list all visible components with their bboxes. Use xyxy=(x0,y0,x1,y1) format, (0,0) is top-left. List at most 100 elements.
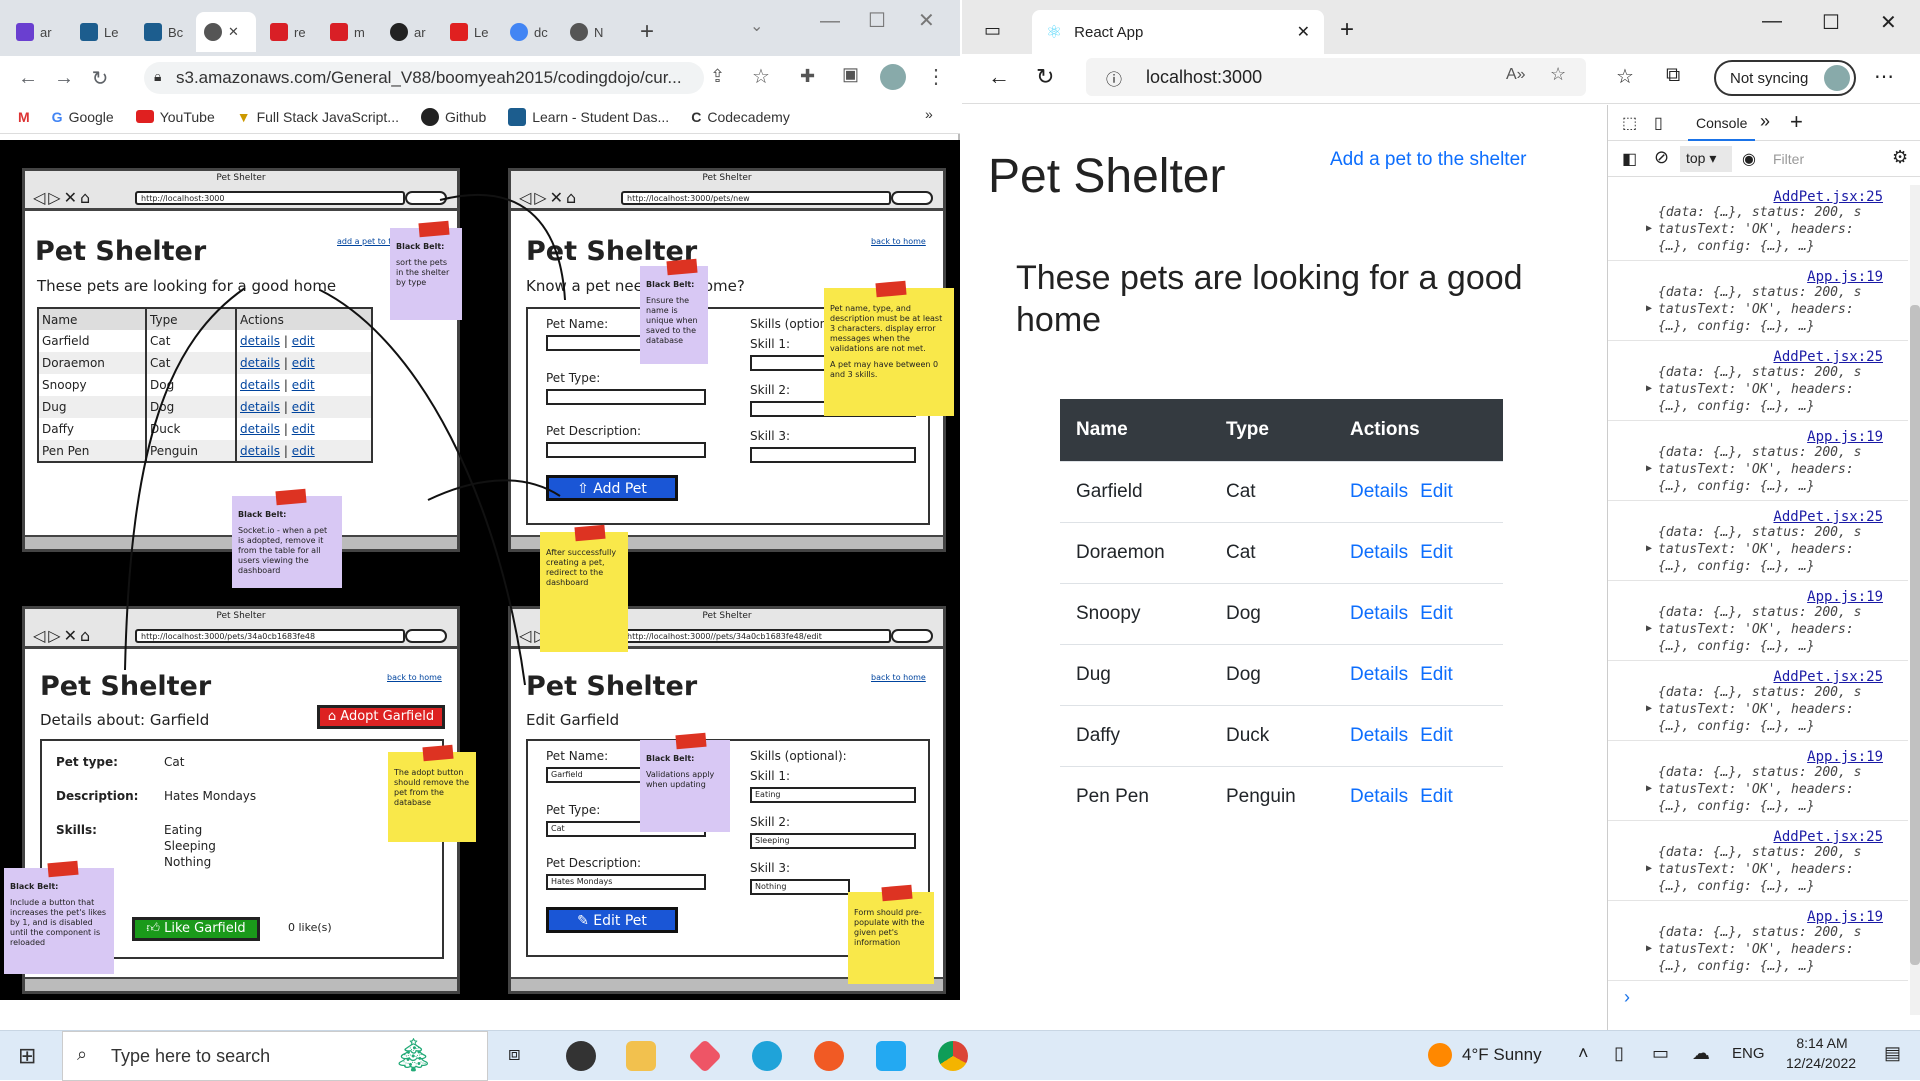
app-icon[interactable] xyxy=(688,1039,722,1073)
log-source-link[interactable]: App.js:19 xyxy=(1807,749,1883,765)
file-explorer-icon[interactable] xyxy=(626,1041,656,1071)
task-view-icon[interactable]: ⧈ xyxy=(508,1043,521,1066)
edit-link[interactable]: Edit xyxy=(1420,481,1453,502)
context-select[interactable]: top ▾ xyxy=(1680,146,1732,172)
bookmark-google[interactable]: G Google xyxy=(52,109,114,125)
reload-icon[interactable]: ↻ xyxy=(82,66,118,91)
add-favorite-icon[interactable]: ☆ xyxy=(1550,64,1566,85)
details-link[interactable]: Details xyxy=(1350,603,1408,624)
close-tab-icon[interactable]: ✕ xyxy=(1297,22,1310,42)
tab[interactable]: ar xyxy=(382,12,434,52)
tab[interactable]: Le xyxy=(442,12,496,52)
battery-icon[interactable]: ▭ xyxy=(1652,1043,1669,1064)
log-source-link[interactable]: App.js:19 xyxy=(1807,269,1883,285)
log-source-link[interactable]: AddPet.jsx:25 xyxy=(1773,829,1883,845)
profile-avatar[interactable] xyxy=(880,64,906,90)
bookmark-fullstack[interactable]: ▼ Full Stack JavaScript... xyxy=(237,109,399,125)
log-source-link[interactable]: AddPet.jsx:25 xyxy=(1773,189,1883,205)
read-aloud-icon[interactable]: A» xyxy=(1506,66,1526,84)
sync-status-button[interactable]: Not syncing xyxy=(1714,60,1856,96)
clock-time[interactable]: 8:14 AM xyxy=(1782,1035,1862,1051)
bookmark-codecademy[interactable]: C Codecademy xyxy=(691,109,790,125)
edge-icon[interactable] xyxy=(752,1041,782,1071)
tab[interactable]: re xyxy=(262,12,314,52)
expand-icon[interactable]: ▶ xyxy=(1646,223,1652,234)
tab-close-icon[interactable]: ✕ xyxy=(228,24,239,40)
sidepanel-icon[interactable]: ▣ xyxy=(842,64,859,85)
windows-start-icon[interactable]: ⊞ xyxy=(18,1043,36,1069)
notifications-icon[interactable]: ▤ xyxy=(1884,1043,1901,1064)
log-source-link[interactable]: App.js:19 xyxy=(1807,589,1883,605)
clock-date[interactable]: 12/24/2022 xyxy=(1776,1055,1866,1071)
taskbar-search[interactable]: ⌕ Type here to search 🎄︎ xyxy=(62,1031,488,1081)
cloud-icon[interactable]: ☁ xyxy=(1692,1043,1710,1064)
tab-actions-icon[interactable]: ▭ xyxy=(984,20,1001,41)
edit-link[interactable]: Edit xyxy=(1420,786,1453,807)
device-icon[interactable]: ▯ xyxy=(1654,113,1663,133)
details-link[interactable]: Details xyxy=(1350,542,1408,563)
tab-console[interactable]: Console xyxy=(1688,105,1756,141)
minimize-icon[interactable]: — xyxy=(1762,10,1782,33)
expand-icon[interactable]: ▶ xyxy=(1646,463,1652,474)
expand-icon[interactable]: ▶ xyxy=(1646,623,1652,634)
tab[interactable]: m xyxy=(322,12,373,52)
edit-link[interactable]: Edit xyxy=(1420,664,1453,685)
tab[interactable]: Le xyxy=(72,12,126,52)
favorites-icon[interactable]: ☆ xyxy=(1616,64,1634,89)
new-tab-icon[interactable]: + xyxy=(1340,16,1354,44)
expand-icon[interactable]: ▶ xyxy=(1646,783,1652,794)
details-link[interactable]: Details xyxy=(1350,664,1408,685)
url-field[interactable]: 🔒︎ s3.amazonaws.com/General_V88/boomyeah2… xyxy=(144,62,704,94)
console-prompt[interactable]: › xyxy=(1624,987,1630,1008)
bookmark-gmail[interactable]: M xyxy=(18,109,30,125)
close-window-icon[interactable]: ✕ xyxy=(918,8,935,33)
obs-icon[interactable] xyxy=(566,1041,596,1071)
details-link[interactable]: Details xyxy=(1350,481,1408,502)
url-field[interactable]: ⓘ localhost:3000 A» ☆ xyxy=(1086,58,1586,96)
maximize-icon[interactable]: ☐ xyxy=(868,8,886,33)
expand-icon[interactable]: ▶ xyxy=(1646,943,1652,954)
extensions-icon[interactable]: ✚ xyxy=(800,66,815,87)
back-icon[interactable]: ← xyxy=(988,64,1010,90)
expand-icon[interactable]: ▶ xyxy=(1646,383,1652,394)
edit-link[interactable]: Edit xyxy=(1420,542,1453,563)
tab[interactable]: Bc xyxy=(136,12,191,52)
add-tab-icon[interactable]: + xyxy=(1790,109,1803,135)
tab-search-icon[interactable]: ⌄ xyxy=(750,16,763,36)
postman-icon[interactable] xyxy=(814,1041,844,1071)
log-source-link[interactable]: AddPet.jsx:25 xyxy=(1773,349,1883,365)
log-source-link[interactable]: App.js:19 xyxy=(1807,429,1883,445)
more-bookmarks-icon[interactable]: » xyxy=(925,106,933,122)
log-source-link[interactable]: AddPet.jsx:25 xyxy=(1773,669,1883,685)
log-source-link[interactable]: App.js:19 xyxy=(1807,909,1883,925)
back-icon[interactable]: ← xyxy=(10,67,46,90)
live-expression-icon[interactable]: ◉ xyxy=(1742,149,1756,169)
forward-icon[interactable]: → xyxy=(46,67,82,90)
chrome-icon[interactable] xyxy=(938,1041,968,1071)
close-window-icon[interactable]: ✕ xyxy=(1880,10,1897,35)
tab[interactable]: dc xyxy=(502,12,556,52)
menu-icon[interactable]: ⋮ xyxy=(926,64,946,89)
bookmark-github[interactable]: Github xyxy=(420,107,486,126)
weather-text[interactable]: 4°F Sunny xyxy=(1462,1045,1542,1065)
chevron-up-icon[interactable]: ˄ xyxy=(1578,1043,1589,1064)
expand-icon[interactable]: ▶ xyxy=(1646,303,1652,314)
vscode-icon[interactable] xyxy=(876,1041,906,1071)
tab-react-app[interactable]: ⚛ React App ✕ xyxy=(1032,10,1324,54)
settings-gear-icon[interactable]: ⚙ xyxy=(1892,147,1908,168)
edit-link[interactable]: Edit xyxy=(1420,603,1453,624)
expand-icon[interactable]: ▶ xyxy=(1646,863,1652,874)
reload-icon[interactable]: ↻ xyxy=(1036,64,1054,90)
expand-icon[interactable]: ▶ xyxy=(1646,543,1652,554)
expand-icon[interactable]: ▶ xyxy=(1646,703,1652,714)
inspect-icon[interactable]: ⬚ xyxy=(1622,113,1637,133)
collections-icon[interactable]: ⧉ xyxy=(1666,64,1680,87)
settings-menu-icon[interactable]: ⋯ xyxy=(1874,64,1894,89)
sidebar-icon[interactable]: ◧ xyxy=(1622,149,1637,169)
add-pet-link[interactable]: Add a pet to the shelter xyxy=(1330,149,1526,171)
new-tab-icon[interactable]: + xyxy=(640,18,654,46)
minimize-icon[interactable]: — xyxy=(820,10,840,33)
bookmark-star-icon[interactable]: ☆ xyxy=(752,64,770,89)
bookmark-learn[interactable]: Learn - Student Das... xyxy=(508,107,669,126)
bookmark-youtube[interactable]: YouTube xyxy=(135,109,215,125)
